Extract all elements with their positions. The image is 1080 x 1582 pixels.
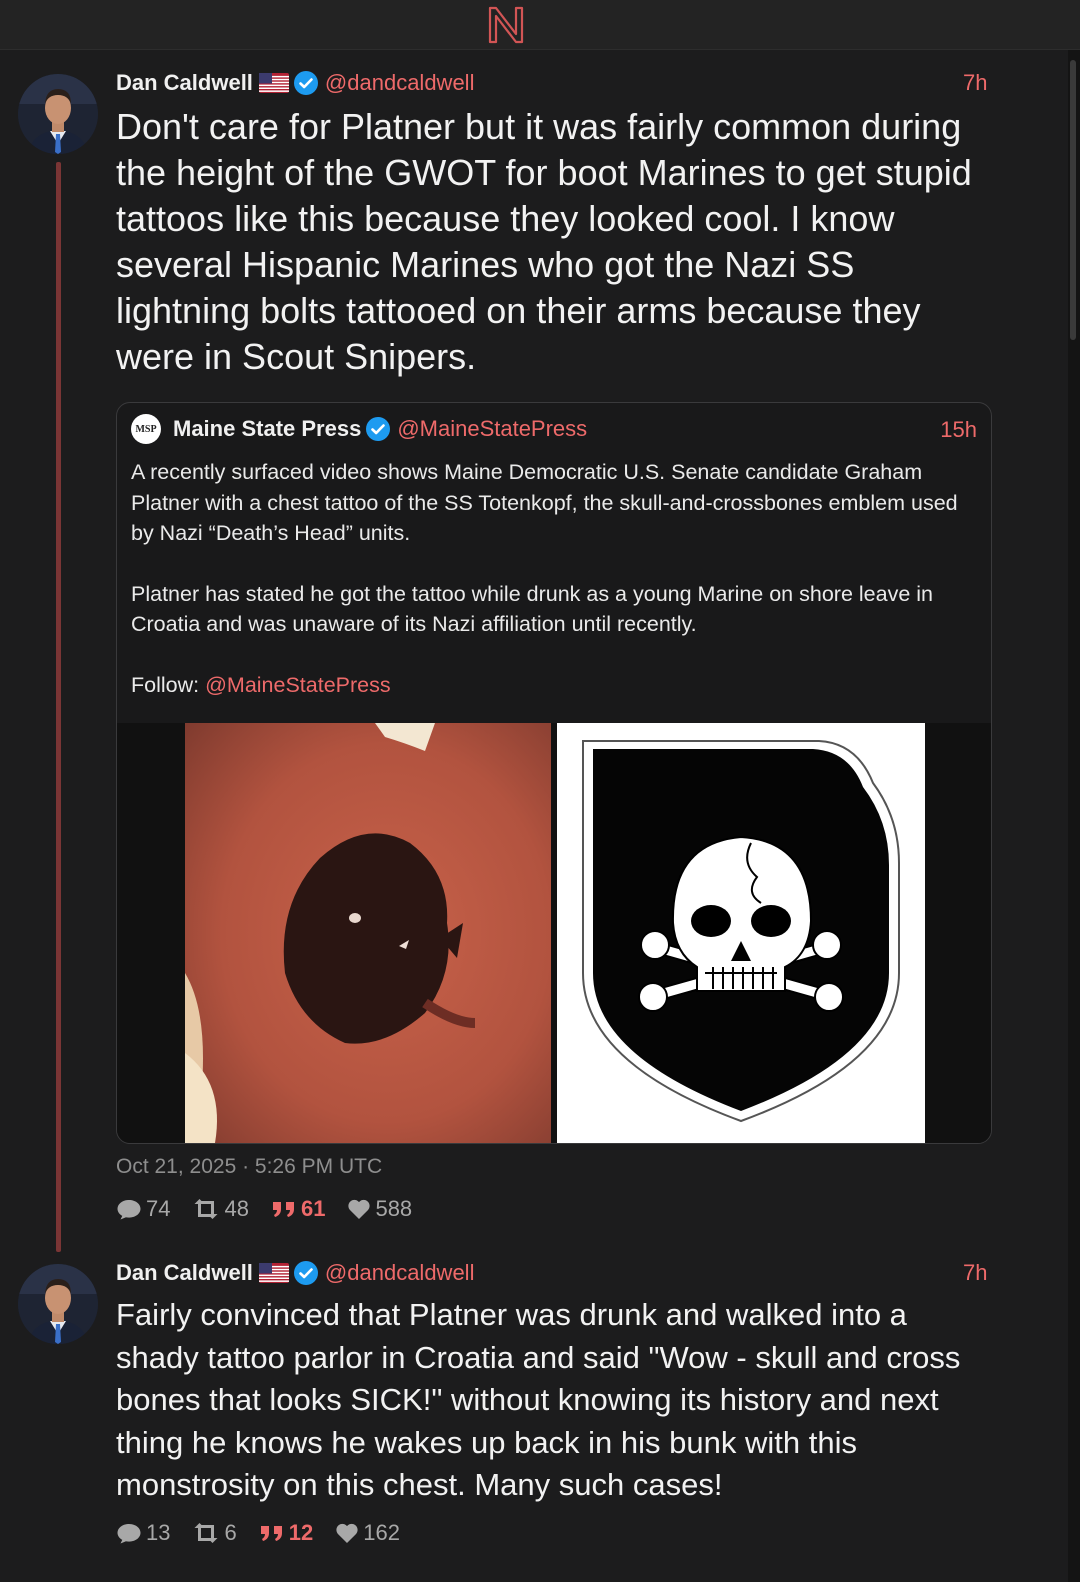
reply-count[interactable]: 74 — [116, 1196, 170, 1222]
quote-count[interactable]: 61 — [271, 1196, 325, 1222]
scrollbar-thumb[interactable] — [1070, 60, 1076, 340]
totenkopf-emblem-image[interactable] — [557, 723, 925, 1143]
tweet-time[interactable]: 7h — [963, 70, 987, 96]
quoted-tweet[interactable]: MSP Maine State Press @MaineStatePress 1… — [116, 402, 992, 1144]
like-count[interactable]: 162 — [335, 1520, 400, 1546]
author-handle[interactable]: @dandcaldwell — [325, 70, 475, 96]
scrollbar[interactable] — [1068, 50, 1080, 1582]
verified-badge-icon — [365, 416, 391, 442]
author-name[interactable]: Dan Caldwell — [116, 1260, 253, 1286]
tweet-stats: 74 48 61 588 — [116, 1194, 434, 1224]
retweet-count[interactable]: 6 — [192, 1520, 237, 1546]
reply-count[interactable]: 13 — [116, 1520, 170, 1546]
follow-handle-link[interactable]: @MaineStatePress — [205, 673, 391, 697]
avatar[interactable] — [18, 74, 98, 154]
reply-count-value: 74 — [146, 1196, 171, 1221]
tweet-stats: 13 6 12 162 — [116, 1518, 422, 1548]
tweet-date[interactable]: Oct 21, 2025 · 5:26 PM UTC — [116, 1155, 382, 1179]
quote-count[interactable]: 12 — [259, 1520, 313, 1546]
reply-count-value: 13 — [146, 1520, 171, 1545]
quote-paragraph: Platner has stated he got the tattoo whi… — [131, 581, 933, 637]
tweet-header: Dan Caldwell @dandcaldwell — [116, 1258, 474, 1288]
retweet-count[interactable]: 48 — [192, 1196, 249, 1222]
verified-badge-icon — [293, 70, 319, 96]
quote-follow-line: Follow: @MaineStatePress — [131, 670, 983, 701]
follow-label: Follow: — [131, 672, 206, 697]
author-name[interactable]: Dan Caldwell — [116, 70, 253, 96]
quote-icon — [259, 1522, 285, 1544]
us-flag-icon — [259, 73, 289, 93]
nitter-logo-icon[interactable] — [486, 4, 526, 44]
thread-connector-line — [56, 162, 61, 1252]
tweet-header: Dan Caldwell @dandcaldwell — [116, 68, 474, 98]
reply-icon — [116, 1521, 142, 1545]
quote-count-value: 61 — [300, 1196, 326, 1221]
quote-header: MSP Maine State Press @MaineStatePress — [131, 414, 587, 444]
quote-author-name[interactable]: Maine State Press — [173, 416, 361, 442]
retweet-icon — [192, 1198, 220, 1220]
verified-badge-icon — [293, 1260, 319, 1286]
quote-icon — [271, 1198, 297, 1220]
quote-count-value: 12 — [288, 1520, 314, 1545]
like-count-value: 162 — [363, 1520, 400, 1545]
heart-icon — [335, 1522, 359, 1544]
like-count[interactable]: 588 — [347, 1196, 412, 1222]
retweet-count-value: 48 — [224, 1196, 249, 1221]
tweet-time[interactable]: 7h — [963, 1260, 987, 1286]
top-navigation-bar — [0, 0, 1080, 50]
tweet-text: Fairly convinced that Platner was drunk … — [116, 1297, 961, 1502]
quote-media — [117, 723, 991, 1143]
retweet-icon — [192, 1522, 220, 1544]
heart-icon — [347, 1198, 371, 1220]
quote-time[interactable]: 15h — [940, 417, 977, 443]
quote-paragraph: A recently surfaced video shows Maine De… — [131, 460, 958, 545]
like-count-value: 588 — [375, 1196, 413, 1221]
quote-avatar[interactable]: MSP — [131, 414, 161, 444]
reply-icon — [116, 1197, 142, 1221]
us-flag-icon — [259, 1263, 289, 1283]
quote-author-handle[interactable]: @MaineStatePress — [397, 416, 587, 442]
quote-text: A recently surfaced video shows Maine De… — [131, 457, 983, 700]
tattoo-photo[interactable] — [185, 723, 551, 1143]
avatar[interactable] — [18, 1264, 98, 1344]
author-handle[interactable]: @dandcaldwell — [325, 1260, 475, 1286]
tweet-text: Don't care for Platner but it was fairly… — [116, 106, 972, 377]
retweet-count-value: 6 — [224, 1520, 237, 1545]
